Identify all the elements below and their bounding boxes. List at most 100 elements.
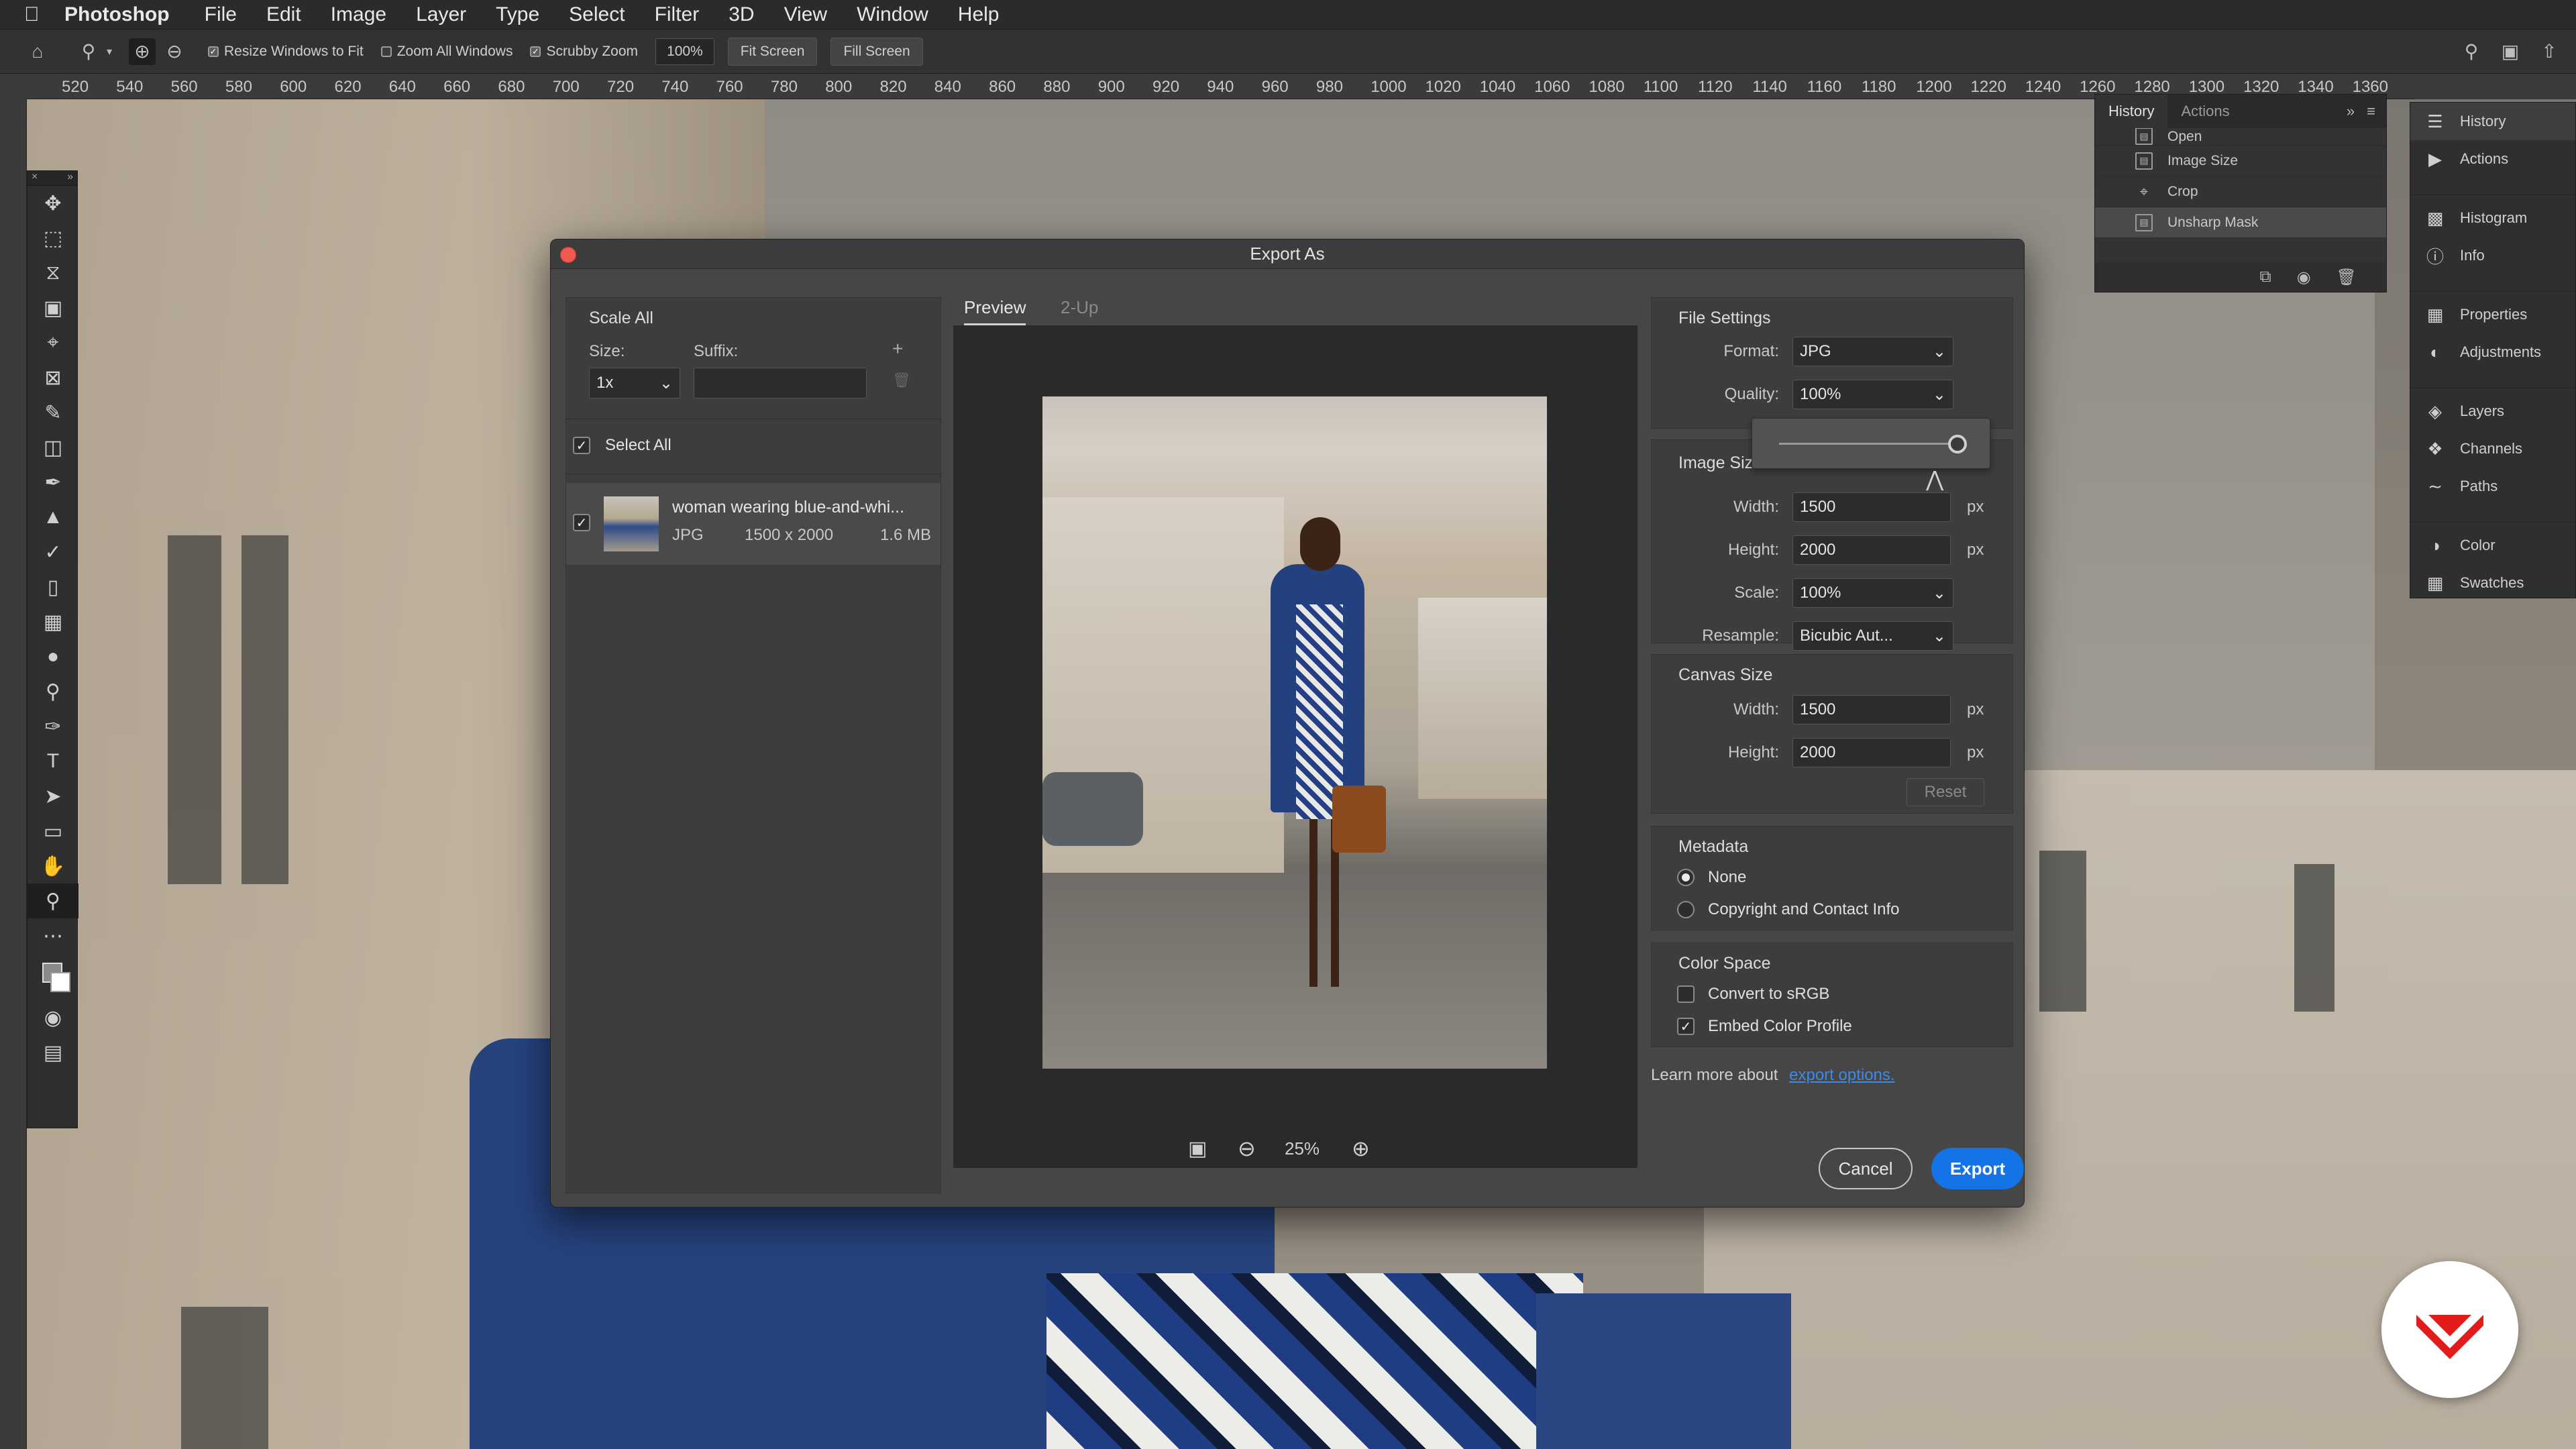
quality-slider-track[interactable]: [1779, 443, 1957, 445]
workspace-icon[interactable]: ▣: [2497, 38, 2524, 65]
checkmark-icon[interactable]: ✓: [573, 437, 590, 454]
history-row[interactable]: ▤ Open: [2095, 128, 2386, 146]
healing-brush-icon[interactable]: ◫: [28, 430, 78, 465]
trash-icon[interactable]: 🗑: [2337, 268, 2357, 287]
eraser-tool-icon[interactable]: ▯: [28, 570, 78, 604]
menu-edit[interactable]: Edit: [266, 3, 301, 26]
select-all-row[interactable]: ✓ Select All: [573, 436, 672, 455]
format-select[interactable]: JPG ⌄: [1792, 337, 1953, 366]
history-row[interactable]: ⌖ Crop: [2095, 176, 2386, 207]
suffix-field[interactable]: [694, 368, 867, 398]
path-select-icon[interactable]: ➤: [28, 779, 78, 814]
camera-icon[interactable]: ◉: [2297, 268, 2311, 287]
zoom-tool-icon[interactable]: ⚲: [75, 38, 102, 65]
dock-item-paths[interactable]: ∼ Paths: [2410, 468, 2575, 505]
quality-select[interactable]: 100% ⌄: [1792, 380, 1953, 409]
lasso-tool-icon[interactable]: ⧖: [28, 256, 78, 290]
metadata-option-none[interactable]: None: [1677, 868, 1746, 887]
zoom-out-icon[interactable]: ⊖: [161, 38, 188, 65]
scrubby-zoom-checkbox[interactable]: ✓ Scrubby Zoom: [530, 44, 638, 60]
canvas-width-field[interactable]: 1500: [1792, 695, 1951, 724]
collapse-icon[interactable]: »: [2347, 103, 2355, 120]
menu-file[interactable]: File: [205, 3, 237, 26]
move-tool-icon[interactable]: ✥: [28, 186, 78, 221]
reset-button[interactable]: Reset: [1907, 778, 1984, 806]
resample-select[interactable]: Bicubic Aut... ⌄: [1792, 621, 1953, 651]
dock-item-color[interactable]: ◑ Color: [2410, 527, 2575, 564]
brush-tool-icon[interactable]: ✒: [28, 465, 78, 500]
menu-image[interactable]: Image: [331, 3, 386, 26]
screen-mode-icon[interactable]: ▤: [28, 1035, 78, 1070]
zoom-level-field[interactable]: 100%: [655, 38, 714, 65]
checkmark-icon[interactable]: ✓: [1677, 1018, 1695, 1035]
type-tool-icon[interactable]: T: [28, 744, 78, 779]
fit-screen-button[interactable]: Fit Screen: [727, 37, 818, 66]
menu-type[interactable]: Type: [496, 3, 539, 26]
color-swatches-icon[interactable]: [28, 953, 78, 1000]
collapse-icon[interactable]: »: [67, 171, 73, 185]
export-options-link[interactable]: export options.: [1789, 1066, 1894, 1084]
eyedropper-tool-icon[interactable]: ✎: [28, 395, 78, 430]
panel-menu-icon[interactable]: ≡: [2367, 103, 2375, 120]
close-dialog-icon[interactable]: [560, 247, 576, 263]
dock-item-properties[interactable]: ▦ Properties: [2410, 296, 2575, 333]
image-height-field[interactable]: 2000: [1792, 535, 1951, 565]
chevron-down-icon[interactable]: ▾: [102, 38, 117, 65]
dodge-tool-icon[interactable]: ⚲: [28, 674, 78, 709]
frame-tool-icon[interactable]: ⊠: [28, 360, 78, 395]
tab-2-up[interactable]: 2-Up: [1061, 297, 1098, 318]
preview-area[interactable]: [953, 325, 1638, 1168]
quick-select-tool-icon[interactable]: ▣: [28, 290, 78, 325]
radio-selected-icon[interactable]: [1677, 869, 1695, 886]
marquee-tool-icon[interactable]: ⬚: [28, 221, 78, 256]
dock-item-adjustments[interactable]: ◐ Adjustments: [2410, 333, 2575, 371]
menu-help[interactable]: Help: [958, 3, 1000, 26]
embed-profile-checkbox[interactable]: ✓ Embed Color Profile: [1677, 1017, 1852, 1036]
zoom-tool-icon[interactable]: ⚲: [28, 883, 78, 918]
convert-srgb-checkbox[interactable]: Convert to sRGB: [1677, 985, 1829, 1004]
metadata-option-copyright[interactable]: Copyright and Contact Info: [1677, 900, 1900, 919]
history-brush-icon[interactable]: ✓: [28, 535, 78, 570]
gradient-tool-icon[interactable]: ▦: [28, 604, 78, 639]
dock-item-histogram[interactable]: ▩ Histogram: [2410, 199, 2575, 237]
menu-filter[interactable]: Filter: [655, 3, 700, 26]
tab-history[interactable]: History: [2095, 95, 2168, 128]
size-select[interactable]: 1x ⌄: [589, 368, 680, 398]
background-color-icon[interactable]: [50, 972, 70, 992]
more-tools-icon[interactable]: ⋯: [28, 918, 78, 953]
resize-windows-checkbox[interactable]: ✓ Resize Windows to Fit: [208, 44, 364, 60]
fill-screen-button[interactable]: Fill Screen: [830, 37, 923, 66]
hand-tool-icon[interactable]: ✋: [28, 849, 78, 883]
dock-item-swatches[interactable]: ▦ Swatches: [2410, 564, 2575, 602]
menu-3d[interactable]: 3D: [729, 3, 754, 26]
dock-item-history[interactable]: ☰ History: [2410, 103, 2575, 140]
home-icon[interactable]: ⌂: [24, 38, 51, 65]
close-icon[interactable]: ×: [32, 171, 38, 185]
dock-item-info[interactable]: ⓘ Info: [2410, 237, 2575, 274]
share-icon[interactable]: ⇧: [2536, 38, 2563, 65]
quick-mask-icon[interactable]: ◉: [28, 1000, 78, 1035]
scale-select[interactable]: 100% ⌄: [1792, 578, 1953, 608]
trash-icon[interactable]: 🗑: [892, 372, 911, 389]
zoom-all-windows-checkbox[interactable]: Zoom All Windows: [380, 44, 513, 60]
asset-row[interactable]: ✓ woman wearing blue-and-whi... JPG 1500…: [566, 483, 941, 565]
checkbox-empty-icon[interactable]: [1677, 985, 1695, 1003]
search-icon[interactable]: ⚲: [2458, 38, 2485, 65]
dock-item-channels[interactable]: ❖ Channels: [2410, 430, 2575, 468]
add-scale-icon[interactable]: +: [892, 338, 903, 360]
stamp-tool-icon[interactable]: ▲: [28, 500, 78, 535]
blur-tool-icon[interactable]: ●: [28, 639, 78, 674]
checkmark-icon[interactable]: ✓: [573, 514, 590, 531]
dock-item-actions[interactable]: ▶ Actions: [2410, 140, 2575, 178]
cancel-button[interactable]: Cancel: [1819, 1148, 1913, 1189]
export-button[interactable]: Export: [1931, 1148, 2024, 1189]
radio-icon[interactable]: [1677, 901, 1695, 918]
history-row-selected[interactable]: ▤ Unsharp Mask: [2095, 207, 2386, 238]
menu-select[interactable]: Select: [569, 3, 625, 26]
menu-app-name[interactable]: Photoshop: [64, 3, 170, 26]
dock-item-layers[interactable]: ◈ Layers: [2410, 392, 2575, 430]
menu-layer[interactable]: Layer: [416, 3, 466, 26]
zoom-in-icon[interactable]: ⊕: [1352, 1136, 1370, 1161]
apple-icon[interactable]: : [24, 3, 64, 26]
rectangle-tool-icon[interactable]: ▭: [28, 814, 78, 849]
